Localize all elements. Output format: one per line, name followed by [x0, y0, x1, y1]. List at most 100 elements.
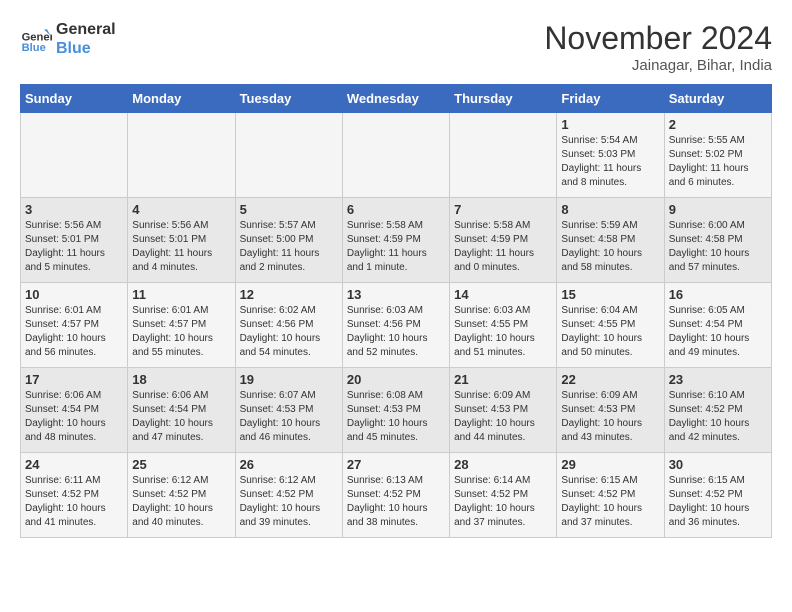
day-info: Sunrise: 5:58 AM Sunset: 4:59 PM Dayligh… — [347, 219, 445, 275]
day-number: 26 — [240, 457, 338, 472]
calendar-cell — [21, 113, 128, 198]
day-number: 27 — [347, 457, 445, 472]
day-number: 30 — [669, 457, 767, 472]
day-number: 7 — [454, 202, 552, 217]
calendar-cell: 20Sunrise: 6:08 AM Sunset: 4:53 PM Dayli… — [342, 368, 449, 453]
day-number: 11 — [132, 287, 230, 302]
day-info: Sunrise: 6:13 AM Sunset: 4:52 PM Dayligh… — [347, 474, 445, 530]
logo-blue: Blue — [56, 39, 116, 58]
day-info: Sunrise: 6:02 AM Sunset: 4:56 PM Dayligh… — [240, 304, 338, 360]
calendar-cell: 15 Sunrise: 6:04 AM Sunset: 4:55 PM Dayli… — [557, 283, 664, 368]
calendar-cell — [450, 113, 557, 198]
calendar-cell: 19Sunrise: 6:07 AM Sunset: 4:53 PM Dayli… — [235, 368, 342, 453]
day-number: 4 — [132, 202, 230, 217]
day-info: Sunrise: 6:04 AM Sunset: 4:55 PM Dayligh… — [561, 304, 659, 360]
day-info: Sunrise: 5:56 AM Sunset: 5:01 PM Dayligh… — [132, 219, 230, 275]
calendar-cell: 12Sunrise: 6:02 AM Sunset: 4:56 PM Dayli… — [235, 283, 342, 368]
calendar-cell: 22 Sunrise: 6:09 AM Sunset: 4:53 PM Dayli… — [557, 368, 664, 453]
col-header-wednesday: Wednesday — [342, 85, 449, 113]
day-info: Sunrise: 6:09 AM Sunset: 4:53 PM Dayligh… — [454, 389, 552, 445]
calendar-cell: 18 Sunrise: 6:06 AM Sunset: 4:54 PM Dayli… — [128, 368, 235, 453]
calendar-cell: 28 Sunrise: 6:14 AM Sunset: 4:52 PM Dayli… — [450, 453, 557, 538]
day-number: 10 — [25, 287, 123, 302]
calendar-cell: 2 Sunrise: 5:55 AM Sunset: 5:02 PM Daylig… — [664, 113, 771, 198]
day-number: 18 — [132, 372, 230, 387]
calendar-cell — [235, 113, 342, 198]
calendar-cell: 26 Sunrise: 6:12 AM Sunset: 4:52 PM Dayli… — [235, 453, 342, 538]
day-info: Sunrise: 5:58 AM Sunset: 4:59 PM Dayligh… — [454, 219, 552, 275]
day-number: 28 — [454, 457, 552, 472]
month-title: November 2024 — [544, 20, 772, 57]
day-info: Sunrise: 6:12 AM Sunset: 4:52 PM Dayligh… — [132, 474, 230, 530]
logo-general: General — [56, 20, 116, 39]
calendar-cell: 5Sunrise: 5:57 AM Sunset: 5:00 PM Daylig… — [235, 198, 342, 283]
day-number: 6 — [347, 202, 445, 217]
calendar-cell: 25 Sunrise: 6:12 AM Sunset: 4:52 PM Dayli… — [128, 453, 235, 538]
calendar-cell: 10 Sunrise: 6:01 AM Sunset: 4:57 PM Dayli… — [21, 283, 128, 368]
calendar-cell: 17 Sunrise: 6:06 AM Sunset: 4:54 PM Dayli… — [21, 368, 128, 453]
day-info: Sunrise: 6:06 AM Sunset: 4:54 PM Dayligh… — [132, 389, 230, 445]
col-header-thursday: Thursday — [450, 85, 557, 113]
calendar-cell: 23 Sunrise: 6:10 AM Sunset: 4:52 PM Dayli… — [664, 368, 771, 453]
day-number: 17 — [25, 372, 123, 387]
day-info: Sunrise: 6:11 AM Sunset: 4:52 PM Dayligh… — [25, 474, 123, 530]
calendar-cell: 30Sunrise: 6:15 AM Sunset: 4:52 PM Dayli… — [664, 453, 771, 538]
day-number: 8 — [561, 202, 659, 217]
day-number: 19 — [240, 372, 338, 387]
day-info: Sunrise: 5:55 AM Sunset: 5:02 PM Dayligh… — [669, 134, 767, 190]
col-header-friday: Friday — [557, 85, 664, 113]
day-info: Sunrise: 6:10 AM Sunset: 4:52 PM Dayligh… — [669, 389, 767, 445]
day-number: 9 — [669, 202, 767, 217]
day-number: 22 — [561, 372, 659, 387]
day-info: Sunrise: 5:57 AM Sunset: 5:00 PM Dayligh… — [240, 219, 338, 275]
col-header-sunday: Sunday — [21, 85, 128, 113]
day-number: 21 — [454, 372, 552, 387]
day-number: 13 — [347, 287, 445, 302]
calendar-cell: 9Sunrise: 6:00 AM Sunset: 4:58 PM Daylig… — [664, 198, 771, 283]
calendar-cell: 24 Sunrise: 6:11 AM Sunset: 4:52 PM Dayli… — [21, 453, 128, 538]
day-number: 14 — [454, 287, 552, 302]
calendar-cell: 11 Sunrise: 6:01 AM Sunset: 4:57 PM Dayli… — [128, 283, 235, 368]
col-header-saturday: Saturday — [664, 85, 771, 113]
day-number: 15 — [561, 287, 659, 302]
calendar-cell: 3 Sunrise: 5:56 AM Sunset: 5:01 PM Daylig… — [21, 198, 128, 283]
day-info: Sunrise: 6:15 AM Sunset: 4:52 PM Dayligh… — [561, 474, 659, 530]
day-number: 25 — [132, 457, 230, 472]
day-info: Sunrise: 6:12 AM Sunset: 4:52 PM Dayligh… — [240, 474, 338, 530]
day-number: 2 — [669, 117, 767, 132]
day-info: Sunrise: 6:08 AM Sunset: 4:53 PM Dayligh… — [347, 389, 445, 445]
day-info: Sunrise: 6:03 AM Sunset: 4:55 PM Dayligh… — [454, 304, 552, 360]
day-info: Sunrise: 5:59 AM Sunset: 4:58 PM Dayligh… — [561, 219, 659, 275]
logo: General Blue General Blue — [20, 20, 116, 58]
day-info: Sunrise: 6:14 AM Sunset: 4:52 PM Dayligh… — [454, 474, 552, 530]
calendar-table: SundayMondayTuesdayWednesdayThursdayFrid… — [20, 84, 772, 538]
logo-icon: General Blue — [20, 23, 52, 55]
calendar-cell — [128, 113, 235, 198]
page-header: General Blue General Blue November 2024 … — [20, 20, 772, 74]
day-info: Sunrise: 6:01 AM Sunset: 4:57 PM Dayligh… — [132, 304, 230, 360]
calendar-cell: 16 Sunrise: 6:05 AM Sunset: 4:54 PM Dayli… — [664, 283, 771, 368]
day-info: Sunrise: 6:09 AM Sunset: 4:53 PM Dayligh… — [561, 389, 659, 445]
day-info: Sunrise: 6:06 AM Sunset: 4:54 PM Dayligh… — [25, 389, 123, 445]
calendar-cell: 1 Sunrise: 5:54 AM Sunset: 5:03 PM Daylig… — [557, 113, 664, 198]
day-number: 16 — [669, 287, 767, 302]
calendar-cell: 7 Sunrise: 5:58 AM Sunset: 4:59 PM Daylig… — [450, 198, 557, 283]
day-number: 23 — [669, 372, 767, 387]
calendar-cell — [342, 113, 449, 198]
day-info: Sunrise: 6:05 AM Sunset: 4:54 PM Dayligh… — [669, 304, 767, 360]
day-number: 24 — [25, 457, 123, 472]
day-info: Sunrise: 6:03 AM Sunset: 4:56 PM Dayligh… — [347, 304, 445, 360]
day-number: 1 — [561, 117, 659, 132]
day-number: 29 — [561, 457, 659, 472]
day-number: 3 — [25, 202, 123, 217]
day-info: Sunrise: 5:54 AM Sunset: 5:03 PM Dayligh… — [561, 134, 659, 190]
day-info: Sunrise: 6:01 AM Sunset: 4:57 PM Dayligh… — [25, 304, 123, 360]
calendar-cell: 6 Sunrise: 5:58 AM Sunset: 4:59 PM Daylig… — [342, 198, 449, 283]
calendar-cell: 14 Sunrise: 6:03 AM Sunset: 4:55 PM Dayli… — [450, 283, 557, 368]
calendar-cell: 8 Sunrise: 5:59 AM Sunset: 4:58 PM Daylig… — [557, 198, 664, 283]
day-info: Sunrise: 5:56 AM Sunset: 5:01 PM Dayligh… — [25, 219, 123, 275]
svg-text:Blue: Blue — [22, 42, 46, 54]
calendar-cell: 27 Sunrise: 6:13 AM Sunset: 4:52 PM Dayli… — [342, 453, 449, 538]
calendar-cell: 29 Sunrise: 6:15 AM Sunset: 4:52 PM Dayli… — [557, 453, 664, 538]
col-header-monday: Monday — [128, 85, 235, 113]
